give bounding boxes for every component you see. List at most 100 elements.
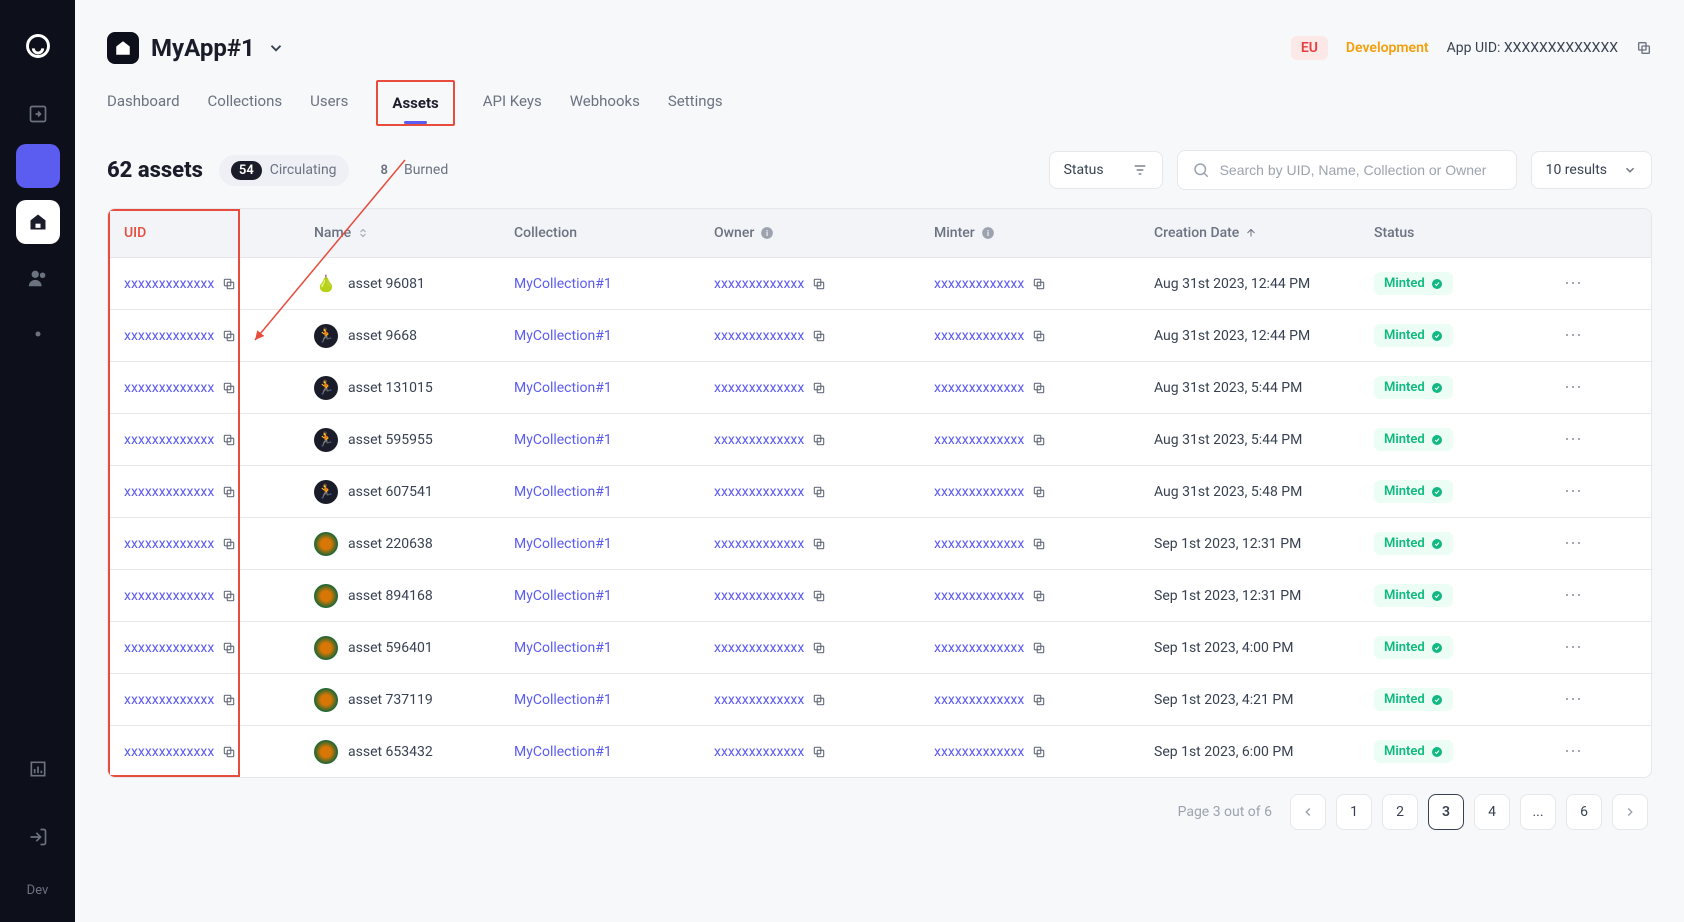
row-actions[interactable]: ⋯ bbox=[1544, 325, 1604, 346]
minter-cell[interactable]: xxxxxxxxxxxxx bbox=[934, 640, 1154, 656]
chip-burned[interactable]: 8 Burned bbox=[361, 155, 461, 186]
collection-link[interactable]: MyCollection#1 bbox=[514, 380, 714, 396]
row-actions[interactable]: ⋯ bbox=[1544, 273, 1604, 294]
page-6[interactable]: 6 bbox=[1566, 794, 1602, 830]
uid-cell[interactable]: xxxxxxxxxxxxx bbox=[124, 640, 314, 656]
chip-circulating[interactable]: 54 Circulating bbox=[219, 155, 349, 186]
table-row[interactable]: xxxxxxxxxxxxxasset 653432MyCollection#1x… bbox=[108, 725, 1651, 777]
tab-webhooks[interactable]: Webhooks bbox=[570, 80, 640, 126]
collection-link[interactable]: MyCollection#1 bbox=[514, 744, 714, 760]
uid-cell[interactable]: xxxxxxxxxxxxx bbox=[124, 432, 314, 448]
tab-collections[interactable]: Collections bbox=[208, 80, 283, 126]
collection-link[interactable]: MyCollection#1 bbox=[514, 328, 714, 344]
owner-cell[interactable]: xxxxxxxxxxxxx bbox=[714, 744, 934, 760]
collection-link[interactable]: MyCollection#1 bbox=[514, 640, 714, 656]
col-minter[interactable]: Minter i bbox=[934, 225, 1154, 241]
nav-logout-icon[interactable] bbox=[16, 815, 60, 859]
table-row[interactable]: xxxxxxxxxxxxx🏃asset 131015MyCollection#1… bbox=[108, 361, 1651, 413]
minter-cell[interactable]: xxxxxxxxxxxxx bbox=[934, 484, 1154, 500]
export-icon[interactable] bbox=[16, 92, 60, 136]
name-cell[interactable]: 🏃asset 607541 bbox=[314, 480, 514, 504]
table-row[interactable]: xxxxxxxxxxxxxasset 894168MyCollection#1x… bbox=[108, 569, 1651, 621]
copy-icon[interactable] bbox=[1636, 40, 1652, 56]
name-cell[interactable]: asset 894168 bbox=[314, 584, 514, 608]
collection-link[interactable]: MyCollection#1 bbox=[514, 276, 714, 292]
uid-cell[interactable]: xxxxxxxxxxxxx bbox=[124, 276, 314, 292]
page-next[interactable] bbox=[1612, 794, 1648, 830]
collection-link[interactable]: MyCollection#1 bbox=[514, 484, 714, 500]
row-actions[interactable]: ⋯ bbox=[1544, 689, 1604, 710]
logo-icon[interactable] bbox=[16, 24, 60, 68]
col-creation[interactable]: Creation Date bbox=[1154, 225, 1374, 241]
uid-cell[interactable]: xxxxxxxxxxxxx bbox=[124, 692, 314, 708]
nav-users-icon[interactable] bbox=[16, 256, 60, 300]
owner-cell[interactable]: xxxxxxxxxxxxx bbox=[714, 536, 934, 552]
uid-cell[interactable]: xxxxxxxxxxxxx bbox=[124, 588, 314, 604]
minter-cell[interactable]: xxxxxxxxxxxxx bbox=[934, 432, 1154, 448]
row-actions[interactable]: ⋯ bbox=[1544, 481, 1604, 502]
status-filter-button[interactable]: Status bbox=[1049, 151, 1163, 189]
name-cell[interactable]: 🏃asset 9668 bbox=[314, 324, 514, 348]
tab-dashboard[interactable]: Dashboard bbox=[107, 80, 180, 126]
name-cell[interactable]: 🏃asset 595955 bbox=[314, 428, 514, 452]
minter-cell[interactable]: xxxxxxxxxxxxx bbox=[934, 588, 1154, 604]
minter-cell[interactable]: xxxxxxxxxxxxx bbox=[934, 276, 1154, 292]
collection-link[interactable]: MyCollection#1 bbox=[514, 588, 714, 604]
table-row[interactable]: xxxxxxxxxxxxx🍐asset 96081MyCollection#1x… bbox=[108, 257, 1651, 309]
page-1[interactable]: 1 bbox=[1336, 794, 1372, 830]
owner-cell[interactable]: xxxxxxxxxxxxx bbox=[714, 432, 934, 448]
name-cell[interactable]: asset 596401 bbox=[314, 636, 514, 660]
chevron-down-icon[interactable] bbox=[267, 39, 285, 57]
table-row[interactable]: xxxxxxxxxxxxx 🏃asset 607541MyCollection#1… bbox=[108, 465, 1651, 517]
page-3[interactable]: 3 bbox=[1428, 794, 1464, 830]
tab-users[interactable]: Users bbox=[310, 80, 348, 126]
uid-cell[interactable]: xxxxxxxxxxxxx bbox=[124, 380, 314, 396]
row-actions[interactable]: ⋯ bbox=[1544, 429, 1604, 450]
uid-cell[interactable]: xxxxxxxxxxxxx bbox=[124, 536, 314, 552]
owner-cell[interactable]: xxxxxxxxxxxxx bbox=[714, 692, 934, 708]
search-input[interactable] bbox=[1220, 162, 1502, 178]
tab-settings[interactable]: Settings bbox=[668, 80, 723, 126]
owner-cell[interactable]: xxxxxxxxxxxxx bbox=[714, 640, 934, 656]
tab-apikeys[interactable]: API Keys bbox=[483, 80, 542, 126]
minter-cell[interactable]: xxxxxxxxxxxxx bbox=[934, 692, 1154, 708]
row-actions[interactable]: ⋯ bbox=[1544, 377, 1604, 398]
name-cell[interactable]: asset 737119 bbox=[314, 688, 514, 712]
uid-cell[interactable]: xxxxxxxxxxxxx bbox=[124, 744, 314, 760]
col-uid[interactable]: UID bbox=[124, 225, 314, 241]
row-actions[interactable]: ⋯ bbox=[1544, 741, 1604, 762]
collection-link[interactable]: MyCollection#1 bbox=[514, 432, 714, 448]
owner-cell[interactable]: xxxxxxxxxxxxx bbox=[714, 328, 934, 344]
page-...[interactable]: ... bbox=[1520, 794, 1556, 830]
minter-cell[interactable]: xxxxxxxxxxxxx bbox=[934, 380, 1154, 396]
collection-link[interactable]: MyCollection#1 bbox=[514, 536, 714, 552]
table-row[interactable]: xxxxxxxxxxxxx🏃asset 595955MyCollection#1… bbox=[108, 413, 1651, 465]
owner-cell[interactable]: xxxxxxxxxxxxx bbox=[714, 380, 934, 396]
nav-analytics-icon[interactable] bbox=[16, 747, 60, 791]
name-cell[interactable]: 🍐asset 96081 bbox=[314, 272, 514, 296]
row-actions[interactable]: ⋯ bbox=[1544, 533, 1604, 554]
table-row[interactable]: xxxxxxxxxxxxx🏃asset 9668MyCollection#1xx… bbox=[108, 309, 1651, 361]
name-cell[interactable]: asset 653432 bbox=[314, 740, 514, 764]
row-actions[interactable]: ⋯ bbox=[1544, 637, 1604, 658]
minter-cell[interactable]: xxxxxxxxxxxxx bbox=[934, 536, 1154, 552]
uid-cell[interactable]: xxxxxxxxxxxxx bbox=[124, 328, 314, 344]
col-owner[interactable]: Owner i bbox=[714, 225, 934, 241]
table-row[interactable]: xxxxxxxxxxxxxasset 596401MyCollection#1x… bbox=[108, 621, 1651, 673]
minter-cell[interactable]: xxxxxxxxxxxxx bbox=[934, 744, 1154, 760]
collection-link[interactable]: MyCollection#1 bbox=[514, 692, 714, 708]
owner-cell[interactable]: xxxxxxxxxxxxx bbox=[714, 588, 934, 604]
table-row[interactable]: xxxxxxxxxxxxxasset 220638MyCollection#1x… bbox=[108, 517, 1651, 569]
owner-cell[interactable]: xxxxxxxxxxxxx bbox=[714, 484, 934, 500]
page-4[interactable]: 4 bbox=[1474, 794, 1510, 830]
results-button[interactable]: 10 results bbox=[1531, 151, 1652, 189]
name-cell[interactable]: 🏃asset 131015 bbox=[314, 376, 514, 400]
minter-cell[interactable]: xxxxxxxxxxxxx bbox=[934, 328, 1154, 344]
page-2[interactable]: 2 bbox=[1382, 794, 1418, 830]
tab-assets[interactable]: Assets bbox=[392, 82, 438, 124]
nav-settings-icon[interactable] bbox=[16, 312, 60, 356]
owner-cell[interactable]: xxxxxxxxxxxxx bbox=[714, 276, 934, 292]
table-row[interactable]: xxxxxxxxxxxxxasset 737119MyCollection#1x… bbox=[108, 673, 1651, 725]
name-cell[interactable]: asset 220638 bbox=[314, 532, 514, 556]
nav-apps-icon[interactable] bbox=[16, 144, 60, 188]
